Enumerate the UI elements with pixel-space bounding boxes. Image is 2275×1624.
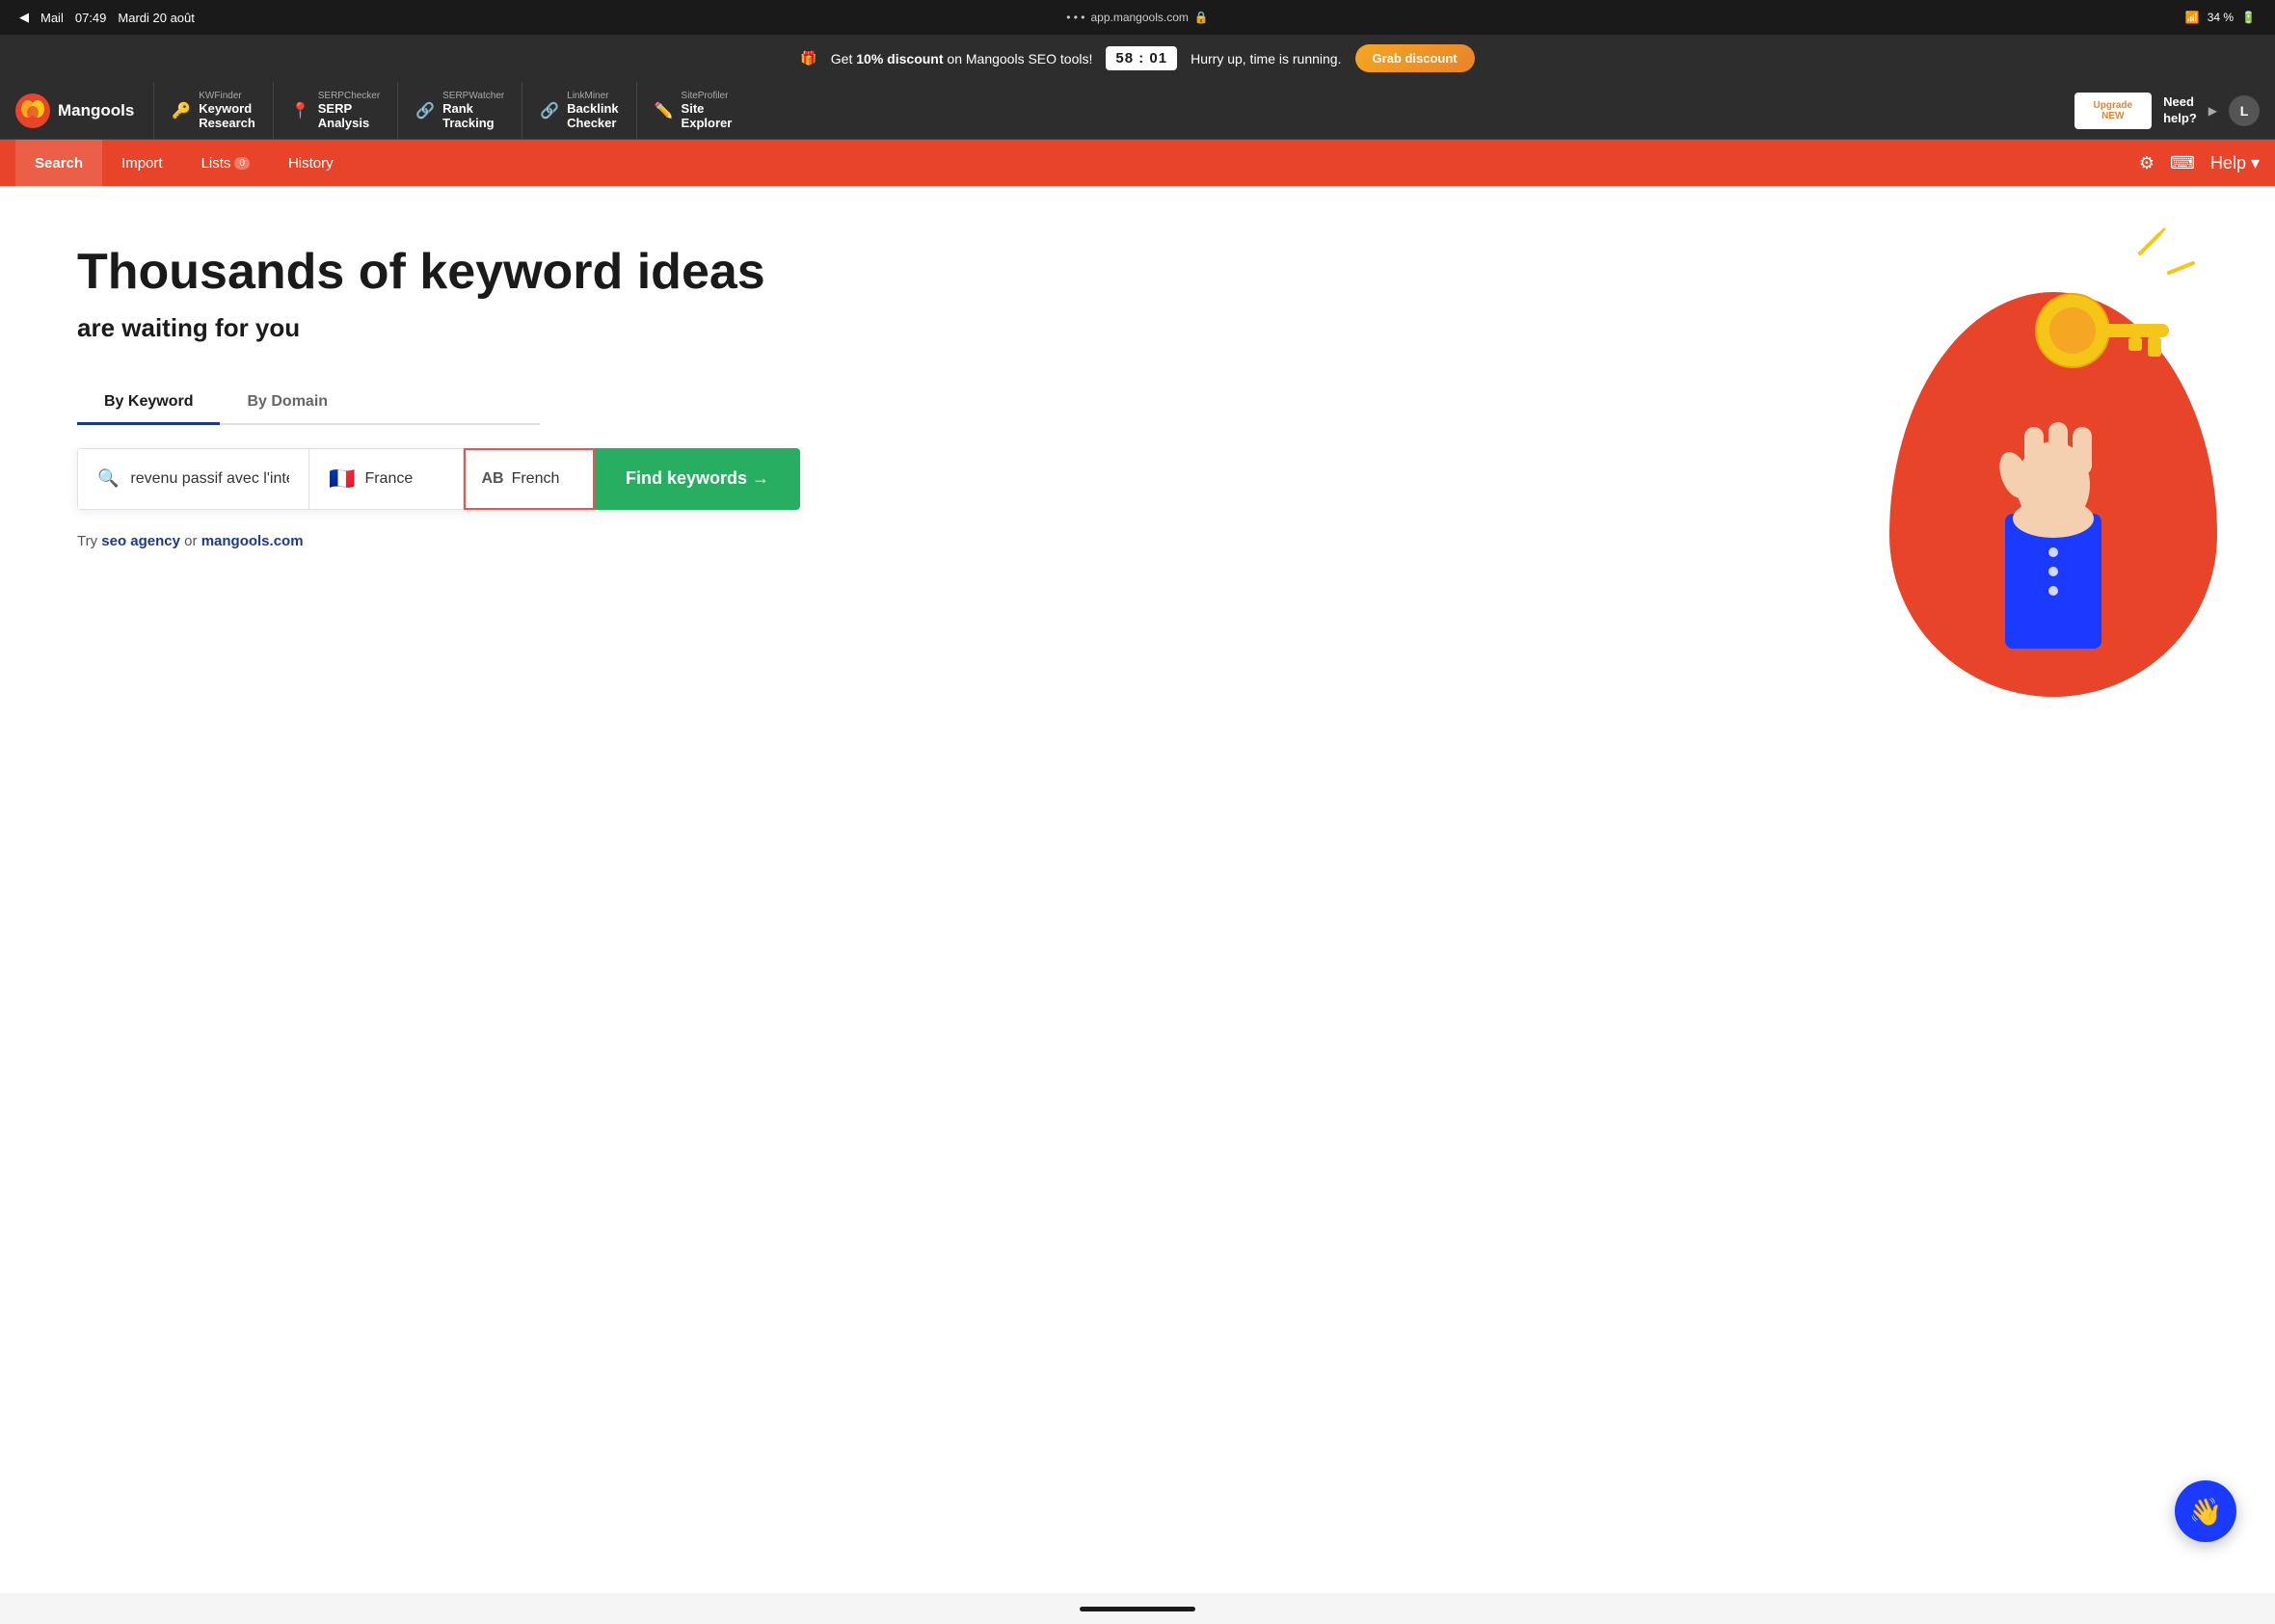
siteprofiler-category: SiteProfiler [682, 91, 733, 101]
key-illustration [1986, 225, 2198, 437]
chat-icon: 👋 [2189, 1496, 2223, 1528]
mangools-logo[interactable]: Mangools [15, 93, 134, 128]
search-tabs: By Keyword By Domain [77, 382, 540, 425]
user-avatar[interactable]: L [2229, 95, 2260, 126]
kwfinder-icon: 🔑 [172, 101, 191, 120]
chat-button[interactable]: 👋 [2175, 1480, 2236, 1542]
country-label: France [364, 470, 413, 488]
hurry-text: Hurry up, time is running. [1191, 51, 1341, 67]
status-bar-center: • • • app.mangools.com 🔒 [1066, 11, 1209, 24]
search-icon: 🔍 [97, 468, 119, 489]
nav-tool-linkminer[interactable]: 🔗 LinkMiner BacklinkChecker [522, 82, 635, 140]
try-or: or [184, 533, 201, 549]
serpwatcher-name: RankTracking [442, 101, 504, 130]
grab-discount-button[interactable]: Grab discount [1355, 44, 1475, 72]
hero-illustration [1851, 215, 2217, 697]
country-selector[interactable]: 🇫🇷 France [308, 448, 464, 510]
status-time: 07:49 [75, 11, 107, 25]
nav-bar: Mangools 🔑 KWFinder KeywordResearch 📍 SE… [0, 82, 2275, 140]
keyboard-icon[interactable]: ⌨ [2170, 153, 2195, 173]
gift-icon: 🎁 [800, 50, 816, 67]
sub-nav: Search Import Lists 0 History ⚙ ⌨ Help ▾ [0, 140, 2275, 186]
battery-label: 34 % [2208, 11, 2234, 24]
upgrade-label: Upgrade [2094, 100, 2133, 111]
linkminer-category: LinkMiner [567, 91, 618, 101]
linkminer-icon: 🔗 [540, 101, 559, 120]
nav-tool-siteprofiler[interactable]: ✏️ SiteProfiler SiteExplorer [636, 82, 750, 140]
upgrade-button[interactable]: Upgrade NEW [2074, 93, 2153, 129]
hero-section: Thousands of keyword ideas are waiting f… [77, 244, 800, 549]
need-help-text: Needhelp? [2163, 94, 2197, 127]
search-form: 🔍 🇫🇷 France AB French Find keywords → [77, 448, 800, 510]
try-links: Try seo agency or mangools.com [77, 533, 800, 549]
discount-amount: 10% discount [856, 51, 943, 67]
mangools-link[interactable]: mangools.com [201, 533, 304, 549]
keyword-input[interactable] [130, 470, 289, 488]
nav-right: Upgrade NEW Needhelp? ▶ L [2074, 93, 2260, 129]
home-indicator[interactable] [1080, 1607, 1195, 1611]
lock-icon: 🔒 [1194, 11, 1209, 24]
url-dots: • • • [1066, 11, 1084, 24]
keyword-input-wrapper: 🔍 [77, 448, 308, 510]
serpchecker-text: SERPChecker SERPAnalysis [318, 91, 380, 130]
kwfinder-name: KeywordResearch [199, 101, 255, 130]
sub-nav-import[interactable]: Import [102, 140, 182, 186]
sub-nav-lists[interactable]: Lists 0 [182, 140, 269, 186]
serpwatcher-text: SERPWatcher RankTracking [442, 91, 504, 130]
kwfinder-text: KWFinder KeywordResearch [199, 91, 255, 130]
battery-icon: 🔋 [2241, 11, 2256, 24]
sub-nav-right: ⚙ ⌨ Help ▾ [2139, 153, 2260, 173]
main-content: Thousands of keyword ideas are waiting f… [0, 186, 2275, 1593]
mail-label[interactable]: Mail [40, 11, 64, 25]
language-label: French [512, 470, 560, 488]
serpchecker-name: SERPAnalysis [318, 101, 380, 130]
tab-by-keyword[interactable]: By Keyword [77, 382, 220, 425]
timer-display: 58 : 01 [1106, 46, 1177, 70]
kwfinder-category: KWFinder [199, 91, 255, 101]
settings-icon[interactable]: ⚙ [2139, 153, 2155, 173]
linkminer-name: BacklinkChecker [567, 101, 618, 130]
find-keywords-button[interactable]: Find keywords → [595, 448, 800, 510]
nav-tool-serpwatcher[interactable]: 🔗 SERPWatcher RankTracking [397, 82, 522, 140]
logo-text: Mangools [58, 101, 134, 120]
linkminer-text: LinkMiner BacklinkChecker [567, 91, 618, 130]
sub-nav-history[interactable]: History [269, 140, 353, 186]
status-bar: ◀ Mail 07:49 Mardi 20 août • • • app.man… [0, 0, 2275, 35]
language-selector[interactable]: AB French [464, 448, 595, 510]
help-dropdown[interactable]: Help ▾ [2210, 153, 2260, 173]
upgrade-new: NEW [2094, 111, 2133, 121]
discount-text: Get 10% discount on Mangools SEO tools! [831, 51, 1093, 67]
status-bar-right: 📶 34 % 🔋 [2185, 11, 2256, 24]
serpchecker-icon: 📍 [291, 101, 310, 120]
sparkle-svg [1986, 225, 2198, 437]
logo-icon [15, 93, 50, 128]
france-flag: 🇫🇷 [329, 466, 355, 492]
siteprofiler-name: SiteExplorer [682, 101, 733, 130]
try-text: Try [77, 533, 101, 549]
hero-subtitle: are waiting for you [77, 313, 800, 343]
bottom-bar [0, 1593, 2275, 1624]
discount-banner: 🎁 Get 10% discount on Mangools SEO tools… [0, 35, 2275, 82]
status-date: Mardi 20 août [118, 11, 195, 25]
url-display[interactable]: app.mangools.com [1090, 11, 1188, 24]
hero-title: Thousands of keyword ideas [77, 244, 800, 302]
serpwatcher-icon: 🔗 [415, 101, 435, 120]
status-bar-left: ◀ Mail 07:49 Mardi 20 août [19, 10, 195, 25]
sub-nav-search[interactable]: Search [15, 140, 102, 186]
seo-agency-link[interactable]: seo agency [101, 533, 180, 549]
wifi-icon: 📶 [2185, 11, 2200, 24]
nav-tool-kwfinder[interactable]: 🔑 KWFinder KeywordResearch [153, 82, 272, 140]
lists-badge: 0 [234, 157, 250, 170]
nav-tools: 🔑 KWFinder KeywordResearch 📍 SERPChecker… [153, 82, 2074, 140]
language-icon: AB [481, 470, 503, 488]
siteprofiler-icon: ✏️ [655, 101, 674, 120]
siteprofiler-text: SiteProfiler SiteExplorer [682, 91, 733, 130]
serpchecker-category: SERPChecker [318, 91, 380, 101]
tab-by-domain[interactable]: By Domain [220, 382, 355, 425]
nav-arrow-icon[interactable]: ▶ [2208, 104, 2217, 118]
discount-text2: on Mangools SEO tools! [944, 51, 1093, 67]
back-arrow[interactable]: ◀ [19, 10, 29, 25]
serpwatcher-category: SERPWatcher [442, 91, 504, 101]
nav-tool-serpchecker[interactable]: 📍 SERPChecker SERPAnalysis [273, 82, 397, 140]
